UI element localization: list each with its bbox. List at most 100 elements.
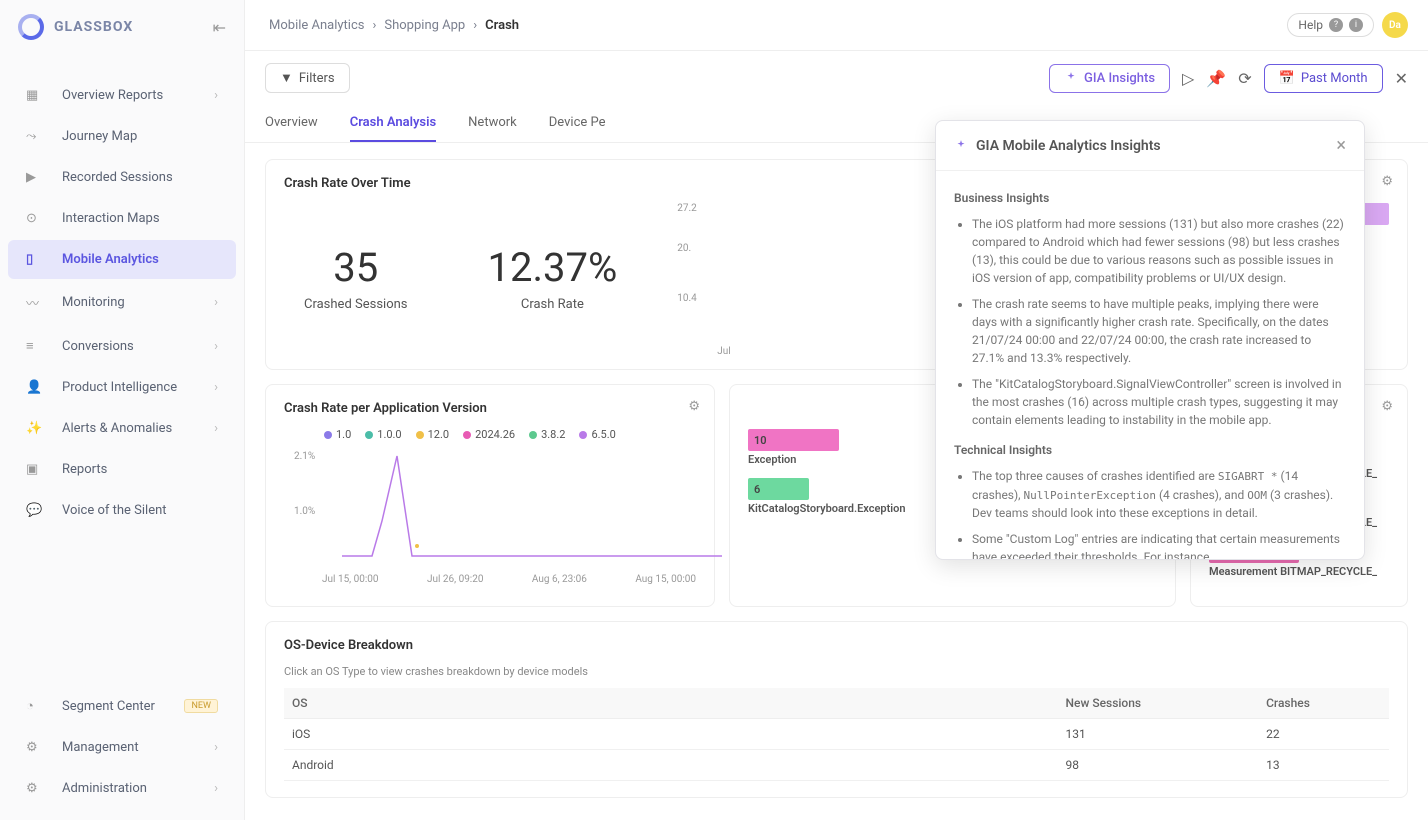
nav-icon: 👤 <box>26 380 48 395</box>
legend-dot <box>324 431 332 439</box>
logo-icon <box>18 14 44 40</box>
nav-icon: 〰 <box>26 293 48 312</box>
sidebar-item-alerts-anomalies[interactable]: ✨Alerts & Anomalies› <box>8 409 236 448</box>
card-subtitle: Click an OS Type to view crashes breakdo… <box>284 665 1389 678</box>
sidebar-item-reports[interactable]: ▣Reports <box>8 450 236 489</box>
crash-bar: 6 <box>748 478 809 500</box>
sidebar-item-conversions[interactable]: ≡Conversions› <box>8 326 236 366</box>
sidebar-item-monitoring[interactable]: 〰Monitoring› <box>8 281 236 324</box>
sparkle-icon <box>1064 71 1078 85</box>
sidebar-item-interaction-maps[interactable]: ⊙Interaction Maps <box>8 199 236 238</box>
pin-icon[interactable]: 📌 <box>1206 69 1226 88</box>
legend-dot <box>365 431 373 439</box>
sidebar-item-mobile-analytics[interactable]: ▯Mobile Analytics <box>8 240 236 279</box>
nav-label: Alerts & Anomalies <box>62 421 172 436</box>
play-icon[interactable]: ▷ <box>1182 69 1194 88</box>
chart-legend: 1.0 1.0.0 12.0 2024.26 3.8.2 6.5.0 <box>284 428 696 441</box>
info-icon: i <box>1349 18 1363 32</box>
legend-item[interactable]: 1.0 <box>324 428 351 441</box>
new-badge: NEW <box>184 699 218 713</box>
filter-icon: ▼ <box>280 70 293 86</box>
date-range-button[interactable]: 📅 Past Month <box>1264 64 1383 93</box>
crash-type-item[interactable]: 6KitCatalogStoryboard.Exception <box>748 478 938 515</box>
breadcrumb-item[interactable]: Mobile Analytics <box>269 18 364 33</box>
sparkle-icon <box>954 139 968 153</box>
nav-icon: ⤳ <box>26 129 48 144</box>
nav-icon: ✨ <box>26 421 48 436</box>
table-row[interactable]: iOS13122 <box>284 719 1389 750</box>
sidebar-item-voice-of-the-silent[interactable]: 💬 Voice of the Silent <box>8 491 236 530</box>
legend-item[interactable]: 3.8.2 <box>529 428 565 441</box>
nav-label: Segment Center <box>62 699 155 714</box>
legend-dot <box>529 431 537 439</box>
sidebar-item-administration[interactable]: ⚙Administration› <box>8 769 236 808</box>
os-breakdown-table: OS New Sessions Crashes iOS13122Android9… <box>284 688 1389 781</box>
table-header[interactable]: New Sessions <box>1058 688 1259 719</box>
nav-label: Management <box>62 740 139 755</box>
filters-button[interactable]: ▼ Filters <box>265 63 350 93</box>
nav-icon: ◔ <box>26 698 48 714</box>
sidebar-item-segment-center[interactable]: ◔ Segment Center NEW <box>8 686 236 726</box>
crash-rate-per-version-card: ⚙ Crash Rate per Application Version 1.0… <box>265 384 715 607</box>
main: Mobile Analytics › Shopping App › Crash … <box>245 0 1428 820</box>
sidebar-item-management[interactable]: ⚙ Management › <box>8 728 236 767</box>
nav-icon: ▶ <box>26 170 48 185</box>
legend-item[interactable]: 12.0 <box>416 428 449 441</box>
crash-rate-stat: 12.37% Crash Rate <box>488 244 618 312</box>
popup-title: GIA Mobile Analytics Insights <box>976 138 1161 154</box>
sidebar-header: GLASSBOX ⇤ <box>0 0 244 54</box>
topbar: Mobile Analytics › Shopping App › Crash … <box>245 0 1428 51</box>
legend-item[interactable]: 2024.26 <box>463 428 515 441</box>
nav-label: Administration <box>62 781 147 796</box>
table-header[interactable]: Crashes <box>1258 688 1389 719</box>
nav-icon: ⚙ <box>26 781 48 796</box>
breadcrumb-sep: › <box>372 18 376 33</box>
insight-item: Some "Custom Log" entries are indicating… <box>972 530 1346 559</box>
crash-label: Measurement BITMAP_RECYCLE_ <box>1209 565 1389 578</box>
legend-dot <box>579 431 587 439</box>
sidebar-item-journey-map[interactable]: ⤳Journey Map <box>8 117 236 156</box>
chevron-right-icon: › <box>214 88 218 103</box>
close-icon[interactable]: × <box>1336 135 1346 156</box>
gear-icon[interactable]: ⚙ <box>1381 399 1393 414</box>
legend-item[interactable]: 1.0.0 <box>365 428 401 441</box>
section-title: Technical Insights <box>954 441 1346 459</box>
collapse-sidebar-icon[interactable]: ⇤ <box>213 18 226 37</box>
tab-network[interactable]: Network <box>468 105 517 142</box>
help-button[interactable]: Help ? i <box>1287 13 1374 37</box>
breadcrumb-sep: › <box>473 18 477 33</box>
nav-icon: ▦ <box>26 88 48 103</box>
nav-icon: ⚙ <box>26 740 48 755</box>
brand-name: GLASSBOX <box>54 19 133 35</box>
nav-icon: 💬 <box>26 503 48 518</box>
sidebar-item-recorded-sessions[interactable]: ▶ Recorded Sessions <box>8 158 236 197</box>
sidebar: GLASSBOX ⇤ ▦Overview Reports›⤳Journey Ma… <box>0 0 245 820</box>
toolbar: ▼ Filters GIA Insights ▷ 📌 ⟳ 📅 Past Mont… <box>245 51 1428 105</box>
refresh-icon[interactable]: ⟳ <box>1238 69 1251 88</box>
nav-label: Recorded Sessions <box>62 170 173 185</box>
tab-device-pe[interactable]: Device Pe <box>549 105 606 142</box>
legend-item[interactable]: 6.5.0 <box>579 428 615 441</box>
tab-crash-analysis[interactable]: Crash Analysis <box>350 105 436 142</box>
line-chart-svg <box>322 451 724 561</box>
tab-overview[interactable]: Overview <box>265 105 318 142</box>
chevron-right-icon: › <box>214 339 218 354</box>
help-icon: ? <box>1329 18 1343 32</box>
user-avatar[interactable]: Da <box>1382 12 1408 38</box>
table-row[interactable]: Android9813 <box>284 750 1389 781</box>
insight-item: The crash rate seems to have multiple pe… <box>972 295 1346 367</box>
nav-label: Conversions <box>62 339 134 354</box>
gear-icon[interactable]: ⚙ <box>688 399 700 414</box>
gia-insights-button[interactable]: GIA Insights <box>1049 64 1170 93</box>
nav-label: Voice of the Silent <box>62 503 167 518</box>
crash-type-item[interactable]: 10Exception <box>748 429 938 466</box>
settings-icon[interactable]: ✕ <box>1395 69 1408 88</box>
gear-icon[interactable]: ⚙ <box>1381 174 1393 189</box>
sidebar-item-product-intelligence[interactable]: 👤Product Intelligence› <box>8 368 236 407</box>
table-header[interactable]: OS <box>284 688 1058 719</box>
breadcrumb: Mobile Analytics › Shopping App › Crash <box>265 18 523 33</box>
sidebar-item-overview-reports[interactable]: ▦Overview Reports› <box>8 76 236 115</box>
sidebar-nav: ▦Overview Reports›⤳Journey Map ▶ Recorded … <box>0 54 244 684</box>
breadcrumb-item[interactable]: Shopping App <box>384 18 465 33</box>
chevron-right-icon: › <box>214 740 218 755</box>
